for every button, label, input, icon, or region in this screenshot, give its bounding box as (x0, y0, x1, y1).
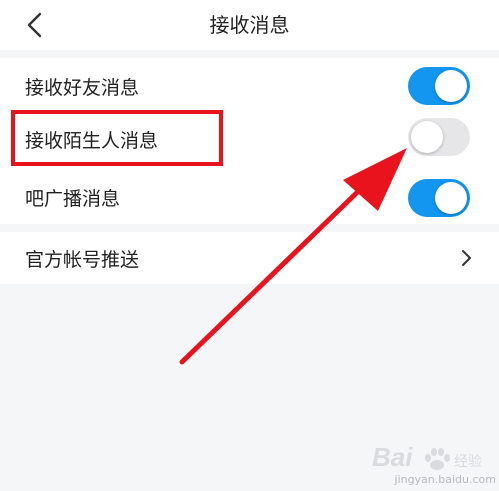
svg-text:Bai: Bai (372, 442, 413, 472)
svg-text:经验: 经验 (454, 453, 482, 469)
watermark-text: jingyan.baidu.com (394, 473, 496, 486)
annotation-arrow-icon (179, 148, 407, 365)
